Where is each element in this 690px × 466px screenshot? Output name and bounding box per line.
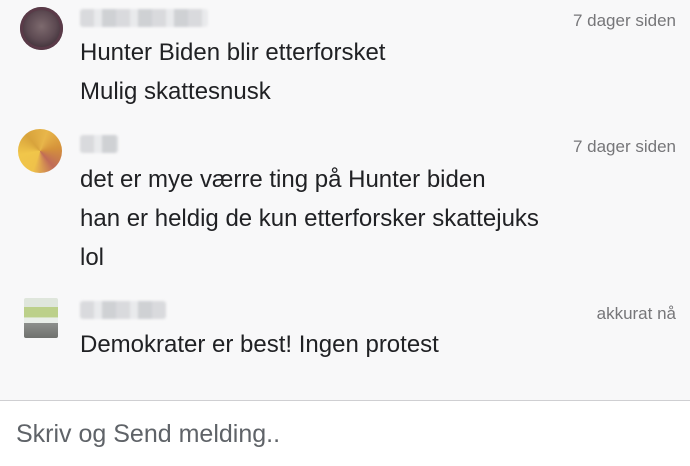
- message-text-line: Mulig skattesnusk: [80, 78, 271, 105]
- message-timestamp: akkurat nå: [596, 304, 676, 323]
- message-text-line: han er heldig de kun etterforsker skatte…: [80, 205, 539, 232]
- chat-view: 7 dager siden Hunter Biden blir etterfor…: [0, 0, 690, 466]
- message-composer: [0, 400, 690, 466]
- user-avatar[interactable]: [24, 298, 58, 338]
- user-avatar[interactable]: [18, 129, 62, 173]
- message-text-line: det er mye værre ting på Hunter biden: [80, 166, 486, 193]
- message-timestamp: 7 dager siden: [572, 11, 676, 30]
- message-timestamp: 7 dager siden: [572, 137, 676, 156]
- message-text-line: lol: [80, 244, 105, 271]
- message-text-line: Hunter Biden blir etterforsket: [80, 39, 386, 66]
- user-avatar[interactable]: [20, 7, 63, 50]
- username-redacted: [80, 9, 208, 27]
- username-redacted: [80, 301, 166, 319]
- username-redacted: [80, 135, 118, 153]
- message-input[interactable]: [0, 401, 690, 466]
- message-text-line: Demokrater er best! Ingen protest: [80, 331, 439, 358]
